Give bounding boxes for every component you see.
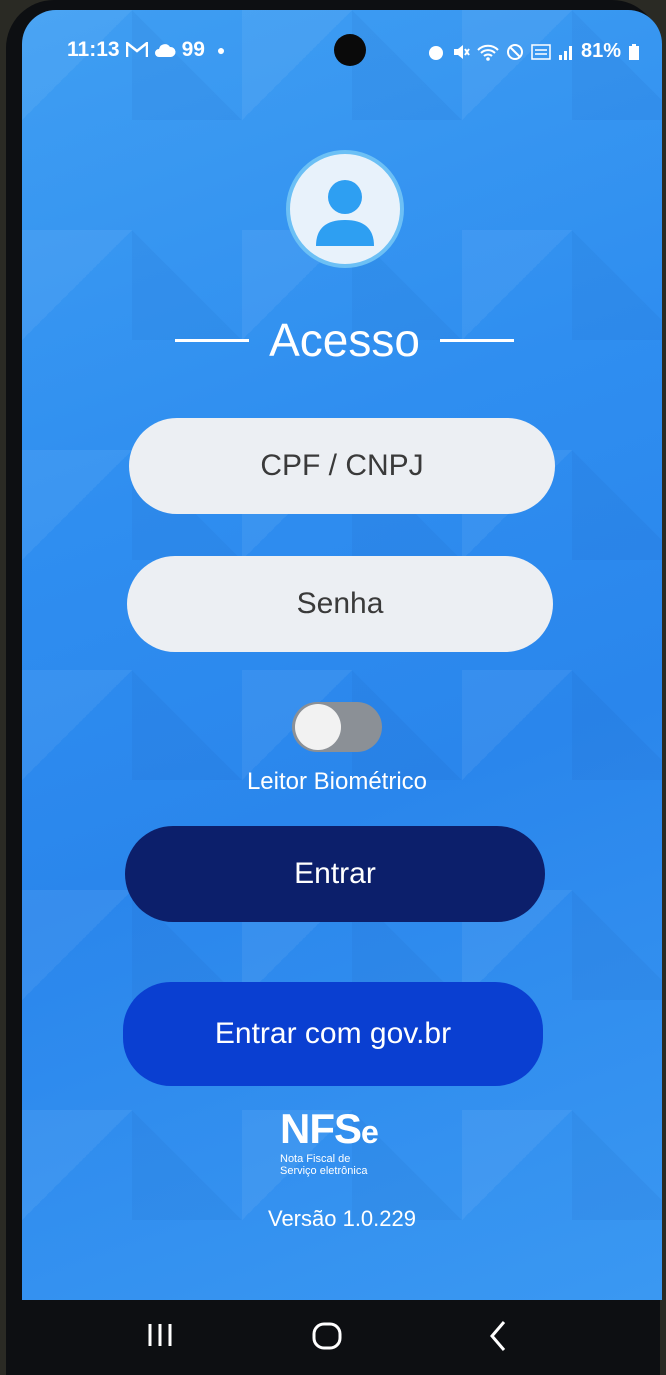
- alarm-icon: [428, 45, 443, 60]
- logo-subtitle-line2: Serviço eletrônica: [280, 1165, 368, 1177]
- logo-subtitle-line1: Nota Fiscal de: [280, 1153, 351, 1165]
- app-version: Versão 1.0.229: [267, 1206, 416, 1231]
- password-input[interactable]: [127, 556, 553, 652]
- home-icon[interactable]: [310, 1316, 346, 1356]
- page-title: Acesso: [269, 314, 420, 366]
- do-not-disturb-icon: [506, 43, 523, 60]
- volte-icon: [531, 43, 551, 60]
- app-screen: 11:13 99 ● 81% Acesso CPF / CNPJ Leitor …: [22, 10, 662, 1300]
- biometric-label: Leitor Biométrico: [246, 768, 428, 795]
- login-button[interactable]: Entrar: [125, 826, 545, 922]
- logo-wordmark: NFSe: [280, 1108, 390, 1153]
- title-divider-right: [439, 338, 514, 342]
- cpf-cnpj-input[interactable]: [129, 418, 555, 514]
- wifi-icon: [477, 44, 499, 61]
- status-bar: 11:13 99 ● 81%: [22, 10, 662, 70]
- system-nav-bar: [0, 1300, 666, 1375]
- battery-icon: [629, 43, 639, 60]
- toggle-knob: [295, 704, 341, 750]
- back-icon[interactable]: [484, 1316, 512, 1356]
- mute-icon: [453, 44, 470, 59]
- biometric-toggle[interactable]: [292, 702, 382, 752]
- govbr-login-button[interactable]: Entrar com gov.br: [123, 982, 543, 1086]
- cloud-icon: [154, 44, 176, 57]
- battery-percent: 81%: [580, 40, 621, 62]
- recent-apps-icon[interactable]: [146, 1316, 174, 1356]
- front-camera: [334, 34, 366, 66]
- signal-icon: [558, 45, 572, 60]
- gmail-icon: [125, 42, 148, 57]
- status-left: 11:13 99 ●: [67, 38, 225, 62]
- title-row: Acesso: [172, 310, 517, 370]
- logo-suffix: e: [361, 1114, 379, 1150]
- nfse-logo: NFSe Nota Fiscal de Serviço eletrônica: [280, 1108, 390, 1188]
- logo-text: NFS: [280, 1105, 362, 1152]
- status-time: 11:13: [67, 38, 120, 61]
- title-divider-left: [175, 338, 250, 342]
- notification-dot-icon: ●: [216, 42, 226, 58]
- status-badge-count: 99: [181, 38, 205, 61]
- user-avatar-icon: [286, 150, 404, 268]
- status-right: 81%: [427, 40, 640, 63]
